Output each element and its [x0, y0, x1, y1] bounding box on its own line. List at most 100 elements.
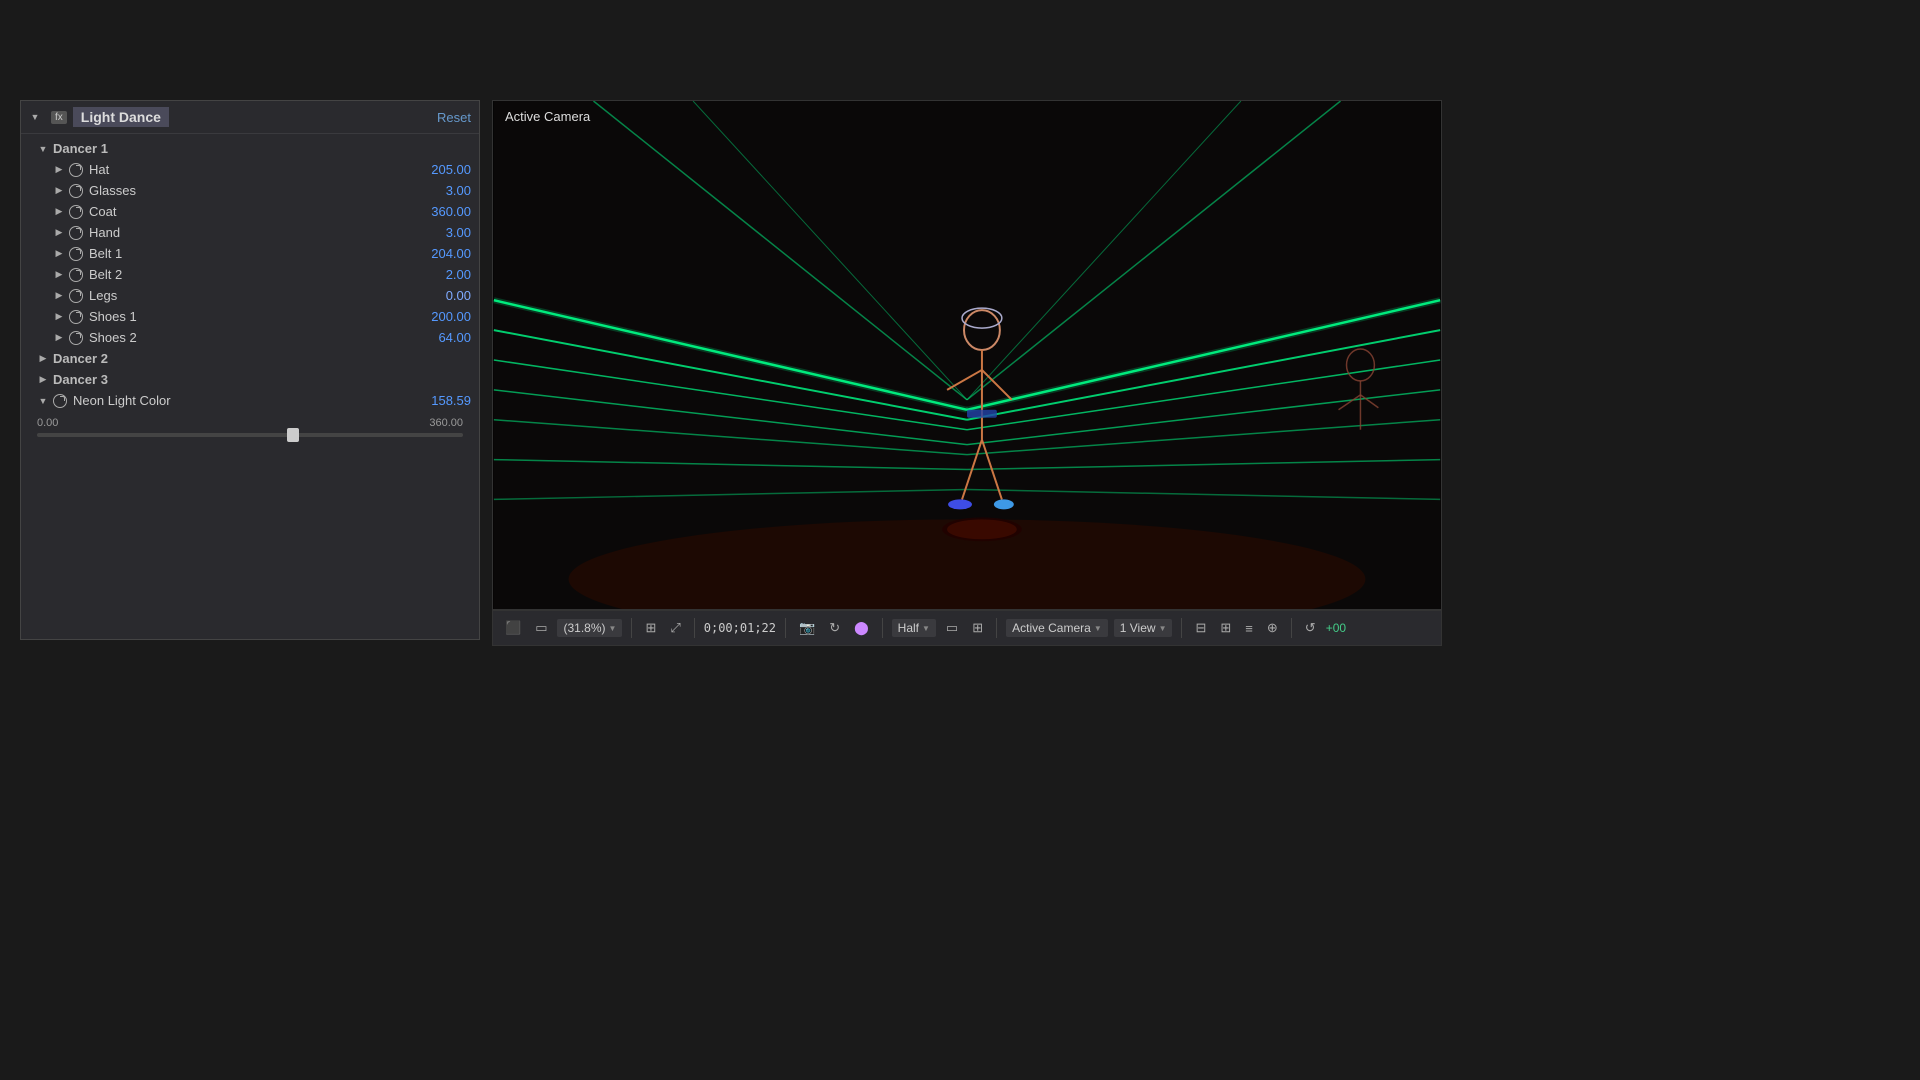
hat-arrow[interactable] — [53, 164, 65, 176]
quality-dropdown[interactable]: Half ▼ — [892, 619, 936, 637]
hand-value[interactable]: 3.00 — [411, 225, 471, 240]
dancer3-item[interactable]: Dancer 3 — [21, 369, 479, 390]
view-grid-icon[interactable]: ⊞ — [968, 618, 987, 638]
panel-header: fx Light Dance Reset — [21, 101, 479, 134]
layout4-icon[interactable]: ⊕ — [1263, 618, 1282, 638]
snap-icon[interactable]: ⤢ — [666, 618, 684, 638]
belt1-label: Belt 1 — [89, 246, 411, 261]
dancer1-item[interactable]: Dancer 1 — [21, 138, 479, 159]
hand-label: Hand — [89, 225, 411, 240]
legs-cycle-icon[interactable] — [69, 289, 83, 303]
dancer2-item[interactable]: Dancer 2 — [21, 348, 479, 369]
zoom-value: (31.8%) — [563, 621, 605, 635]
belt2-arrow[interactable] — [53, 269, 65, 281]
coat-label: Coat — [89, 204, 411, 219]
hat-value[interactable]: 205.00 — [411, 162, 471, 177]
plus-value: +00 — [1326, 621, 1346, 635]
sync-icon[interactable]: ↺ — [1301, 618, 1320, 638]
coat-cycle-icon[interactable] — [69, 205, 83, 219]
views-dropdown[interactable]: 1 View ▼ — [1114, 619, 1173, 637]
grid-icon[interactable]: ⊞ — [641, 618, 660, 638]
fx-badge: fx — [51, 111, 67, 124]
panel-collapse-arrow[interactable] — [29, 111, 41, 123]
dancer2-arrow[interactable] — [37, 353, 49, 365]
neon-slider-thumb[interactable] — [287, 428, 299, 442]
glasses-cycle-icon[interactable] — [69, 184, 83, 198]
quality-value: Half — [898, 621, 919, 635]
hat-item[interactable]: Hat 205.00 — [21, 159, 479, 180]
dancer1-arrow[interactable] — [37, 143, 49, 155]
dancer3-arrow[interactable] — [37, 374, 49, 386]
shoes2-item[interactable]: Shoes 2 64.00 — [21, 327, 479, 348]
viewport-label: Active Camera — [505, 109, 590, 124]
dancer2-label: Dancer 2 — [53, 351, 471, 366]
shoes2-cycle-icon[interactable] — [69, 331, 83, 345]
panel-body: Dancer 1 Hat 205.00 Glasses 3.00 Coat 36… — [21, 134, 479, 636]
hat-cycle-icon[interactable] — [69, 163, 83, 177]
toolbar: ⬛ ▭ (31.8%) ▼ ⊞ ⤢ 0;00;01;22 📷 ↻ ⬤ Half … — [492, 610, 1442, 646]
neon-light-item[interactable]: Neon Light Color 158.59 — [21, 390, 479, 411]
shoes1-arrow[interactable] — [53, 311, 65, 323]
coat-arrow[interactable] — [53, 206, 65, 218]
neon-slider-track[interactable] — [37, 433, 463, 437]
belt1-value[interactable]: 204.00 — [411, 246, 471, 261]
slider-min: 0.00 — [37, 417, 58, 429]
hand-item[interactable]: Hand 3.00 — [21, 222, 479, 243]
belt2-cycle-icon[interactable] — [69, 268, 83, 282]
zoom-dropdown[interactable]: (31.8%) ▼ — [557, 619, 622, 637]
divider-3 — [785, 618, 786, 638]
shoes2-label: Shoes 2 — [89, 330, 411, 345]
layout2-icon[interactable]: ⊞ — [1216, 618, 1235, 638]
effect-panel: fx Light Dance Reset Dancer 1 Hat 205.00… — [20, 100, 480, 640]
scene-background — [493, 101, 1441, 609]
glasses-label: Glasses — [89, 183, 411, 198]
divider-7 — [1291, 618, 1292, 638]
belt1-arrow[interactable] — [53, 248, 65, 260]
screen-icon[interactable]: ▭ — [531, 618, 551, 638]
dancer3-label: Dancer 3 — [53, 372, 471, 387]
color-wheel-icon[interactable]: ⬤ — [850, 618, 873, 638]
glasses-item[interactable]: Glasses 3.00 — [21, 180, 479, 201]
shoes2-value[interactable]: 64.00 — [411, 330, 471, 345]
hat-label: Hat — [89, 162, 411, 177]
hand-cycle-icon[interactable] — [69, 226, 83, 240]
view-rect-icon[interactable]: ▭ — [942, 618, 962, 638]
shoes2-arrow[interactable] — [53, 332, 65, 344]
refresh-icon[interactable]: ↻ — [825, 618, 844, 638]
zoom-arrow-icon: ▼ — [609, 624, 617, 633]
camera-dropdown[interactable]: Active Camera ▼ — [1006, 619, 1108, 637]
legs-label: Legs — [89, 288, 411, 303]
hand-arrow[interactable] — [53, 227, 65, 239]
viewport-canvas — [493, 101, 1441, 609]
layout1-icon[interactable]: ⊟ — [1191, 618, 1210, 638]
neon-light-value[interactable]: 158.59 — [411, 393, 471, 408]
camera-arrow-icon: ▼ — [1094, 624, 1102, 633]
camera-icon[interactable]: 📷 — [795, 618, 819, 638]
shoes1-value[interactable]: 200.00 — [411, 309, 471, 324]
coat-value[interactable]: 360.00 — [411, 204, 471, 219]
belt2-value[interactable]: 2.00 — [411, 267, 471, 282]
slider-max: 360.00 — [429, 417, 463, 429]
slider-labels: 0.00 360.00 — [37, 417, 463, 429]
legs-item[interactable]: Legs 0.00 — [21, 285, 479, 306]
neon-slider-row: 0.00 360.00 — [21, 411, 479, 443]
layout3-icon[interactable]: ≡ — [1241, 619, 1257, 638]
divider-5 — [996, 618, 997, 638]
timecode-display: 0;00;01;22 — [704, 621, 776, 635]
neon-light-cycle-icon[interactable] — [53, 394, 67, 408]
monitor-icon[interactable]: ⬛ — [501, 618, 525, 638]
divider-4 — [882, 618, 883, 638]
legs-arrow[interactable] — [53, 290, 65, 302]
camera-value: Active Camera — [1012, 621, 1091, 635]
belt1-item[interactable]: Belt 1 204.00 — [21, 243, 479, 264]
coat-item[interactable]: Coat 360.00 — [21, 201, 479, 222]
glasses-value[interactable]: 3.00 — [411, 183, 471, 198]
belt2-item[interactable]: Belt 2 2.00 — [21, 264, 479, 285]
neon-light-arrow[interactable] — [37, 395, 49, 407]
legs-value[interactable]: 0.00 — [411, 288, 471, 303]
shoes1-cycle-icon[interactable] — [69, 310, 83, 324]
belt1-cycle-icon[interactable] — [69, 247, 83, 261]
glasses-arrow[interactable] — [53, 185, 65, 197]
reset-button[interactable]: Reset — [437, 110, 471, 125]
shoes1-item[interactable]: Shoes 1 200.00 — [21, 306, 479, 327]
